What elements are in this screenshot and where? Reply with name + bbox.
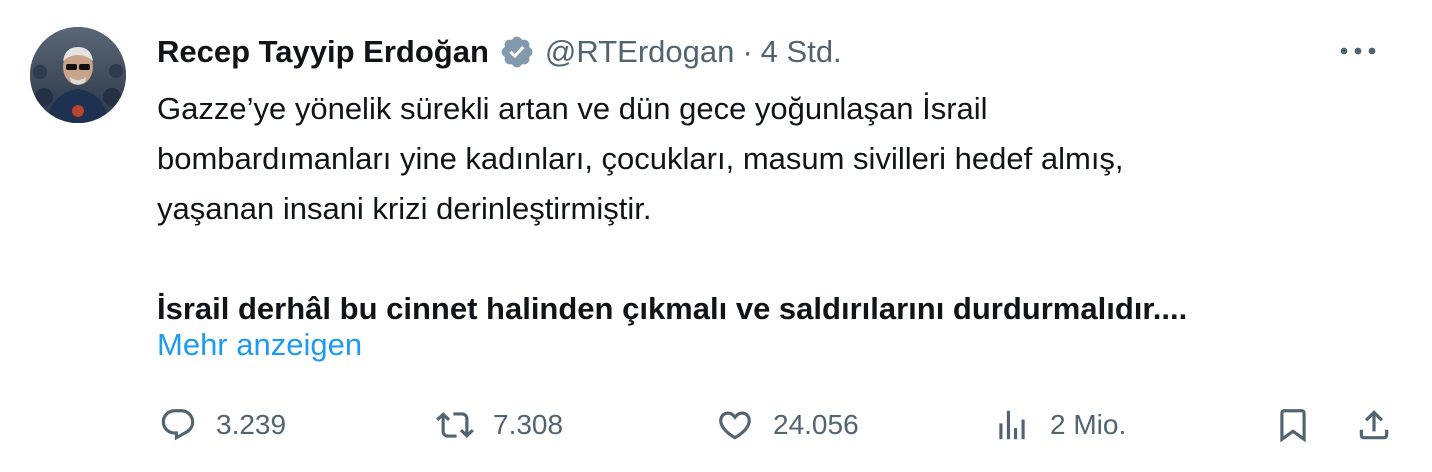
heart-icon bbox=[715, 405, 755, 445]
avatar-image bbox=[30, 27, 126, 123]
reply-button[interactable]: 3.239 bbox=[158, 400, 286, 450]
separator-dot: · bbox=[742, 34, 753, 69]
views-button[interactable]: 2 Mio. bbox=[992, 400, 1126, 450]
tweet-text: Gazze’ye yönelik sürekli artan ve dün ge… bbox=[157, 84, 1387, 334]
bar-chart-icon bbox=[992, 405, 1032, 445]
display-name[interactable]: Recep Tayyip Erdoğan bbox=[157, 34, 489, 70]
share-button[interactable] bbox=[1354, 400, 1394, 450]
tweet-card[interactable]: Recep Tayyip Erdoğan @RTErdogan · 4 Std.… bbox=[0, 0, 1432, 472]
reply-icon bbox=[158, 405, 198, 445]
retweet-count: 7.308 bbox=[493, 409, 564, 440]
reply-count: 3.239 bbox=[216, 409, 287, 440]
retweet-button[interactable]: 7.308 bbox=[435, 400, 563, 450]
more-horizontal-icon[interactable] bbox=[1338, 36, 1378, 66]
timestamp[interactable]: 4 Std. bbox=[761, 34, 842, 70]
action-bar: 3.239 7.308 24.056 2 Mio. bbox=[0, 400, 1432, 450]
view-count: 2 Mio. bbox=[1050, 409, 1127, 440]
tweet-body: Gazze’ye yönelik sürekli artan ve dün ge… bbox=[157, 91, 1124, 226]
like-button[interactable]: 24.056 bbox=[715, 400, 859, 450]
tweet-header: Recep Tayyip Erdoğan @RTErdogan · 4 Std. bbox=[157, 30, 842, 74]
share-icon bbox=[1354, 405, 1394, 445]
retweet-icon bbox=[435, 405, 475, 445]
bookmark-icon bbox=[1273, 405, 1313, 445]
show-more-link[interactable]: Mehr anzeigen bbox=[157, 320, 362, 370]
avatar[interactable] bbox=[30, 27, 126, 123]
handle[interactable]: @RTErdogan bbox=[545, 34, 734, 70]
verified-badge-icon[interactable] bbox=[499, 34, 535, 70]
like-count: 24.056 bbox=[773, 409, 859, 440]
bookmark-button[interactable] bbox=[1273, 400, 1313, 450]
